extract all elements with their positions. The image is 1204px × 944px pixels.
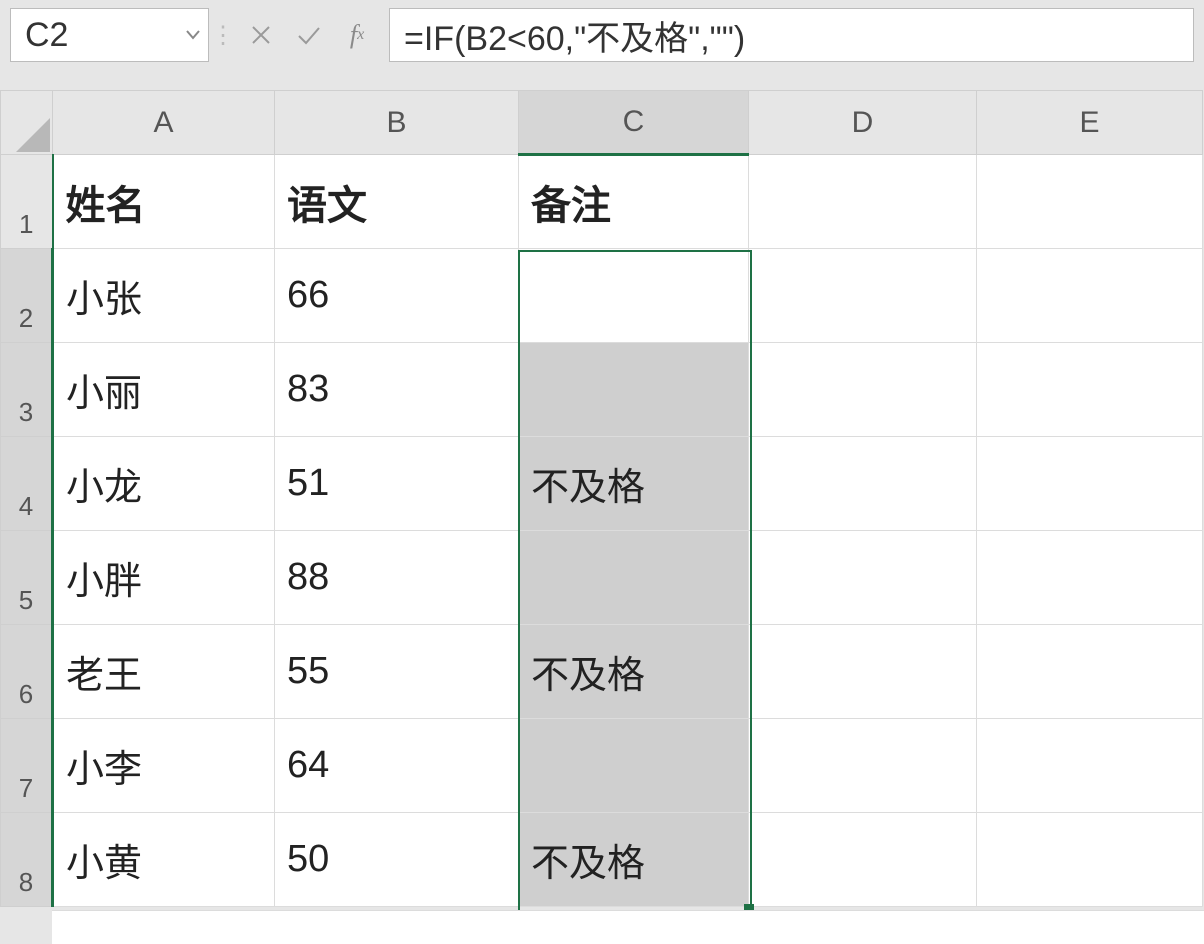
formula-text: =IF(B2<60,"不及格","") — [404, 11, 745, 60]
row-header-3[interactable]: 3 — [1, 343, 53, 437]
cell-A5[interactable]: 小胖 — [53, 531, 275, 625]
table-row: 4 小龙 51 不及格 — [1, 437, 1203, 531]
enter-icon[interactable] — [285, 9, 333, 61]
cell-B1[interactable]: 语文 — [275, 155, 519, 249]
row-header-6[interactable]: 6 — [1, 625, 53, 719]
cell-D3[interactable] — [749, 343, 977, 437]
row-header-8[interactable]: 8 — [1, 813, 53, 907]
cell-D8[interactable] — [749, 813, 977, 907]
cell-A6[interactable]: 老王 — [53, 625, 275, 719]
cell-C6[interactable]: 不及格 — [519, 625, 749, 719]
table-row: 5 小胖 88 — [1, 531, 1203, 625]
cell-A7[interactable]: 小李 — [53, 719, 275, 813]
col-header-B[interactable]: B — [275, 91, 519, 155]
row-header-1[interactable]: 1 — [1, 155, 53, 249]
cell-B5[interactable]: 88 — [275, 531, 519, 625]
col-header-E[interactable]: E — [977, 91, 1203, 155]
cell-E5[interactable] — [977, 531, 1203, 625]
cell-D7[interactable] — [749, 719, 977, 813]
table-row: 8 小黄 50 不及格 — [1, 813, 1203, 907]
cell-E6[interactable] — [977, 625, 1203, 719]
cell-C2[interactable] — [519, 249, 749, 343]
table-row: 7 小李 64 — [1, 719, 1203, 813]
cell-E8[interactable] — [977, 813, 1203, 907]
cell-A4[interactable]: 小龙 — [53, 437, 275, 531]
name-box-value: C2 — [25, 16, 68, 55]
separator: ⋮ — [217, 9, 229, 61]
cell-B2[interactable]: 66 — [275, 249, 519, 343]
table-row: 1 姓名 语文 备注 — [1, 155, 1203, 249]
cell-D4[interactable] — [749, 437, 977, 531]
cell-E2[interactable] — [977, 249, 1203, 343]
grid-table: A B C D E 1 姓名 语文 备注 2 小张 66 3 小丽 — [0, 90, 1203, 907]
table-row: 3 小丽 83 — [1, 343, 1203, 437]
col-header-D[interactable]: D — [749, 91, 977, 155]
blank-cells[interactable] — [52, 910, 1204, 944]
col-header-C[interactable]: C — [519, 91, 749, 155]
cell-B3[interactable]: 83 — [275, 343, 519, 437]
cell-A8[interactable]: 小黄 — [53, 813, 275, 907]
cell-E3[interactable] — [977, 343, 1203, 437]
fx-icon[interactable]: fx — [333, 9, 381, 61]
cell-B8[interactable]: 50 — [275, 813, 519, 907]
cell-E7[interactable] — [977, 719, 1203, 813]
cell-A3[interactable]: 小丽 — [53, 343, 275, 437]
column-header-row: A B C D E — [1, 91, 1203, 155]
name-box[interactable]: C2 — [10, 8, 209, 62]
cell-D6[interactable] — [749, 625, 977, 719]
cell-C7[interactable] — [519, 719, 749, 813]
cell-E4[interactable] — [977, 437, 1203, 531]
cell-A1[interactable]: 姓名 — [53, 155, 275, 249]
row-header-7[interactable]: 7 — [1, 719, 53, 813]
cell-C4[interactable]: 不及格 — [519, 437, 749, 531]
row-header-2[interactable]: 2 — [1, 249, 53, 343]
cell-B7[interactable]: 64 — [275, 719, 519, 813]
row-header-5[interactable]: 5 — [1, 531, 53, 625]
cell-C5[interactable] — [519, 531, 749, 625]
select-all-corner[interactable] — [1, 91, 53, 155]
cell-C1[interactable]: 备注 — [519, 155, 749, 249]
spreadsheet-grid: A B C D E 1 姓名 语文 备注 2 小张 66 3 小丽 — [0, 90, 1204, 943]
table-row: 2 小张 66 — [1, 249, 1203, 343]
table-row: 6 老王 55 不及格 — [1, 625, 1203, 719]
cell-C8[interactable]: 不及格 — [519, 813, 749, 907]
cell-D2[interactable] — [749, 249, 977, 343]
cell-B6[interactable]: 55 — [275, 625, 519, 719]
cell-B4[interactable]: 51 — [275, 437, 519, 531]
formula-input[interactable]: =IF(B2<60,"不及格","") — [389, 8, 1194, 62]
formula-bar: C2 ⋮ fx =IF(B2<60,"不及格","") — [0, 0, 1204, 70]
cell-C3[interactable] — [519, 343, 749, 437]
cancel-icon[interactable] — [237, 9, 285, 61]
cell-D1[interactable] — [749, 155, 977, 249]
cell-A2[interactable]: 小张 — [53, 249, 275, 343]
cell-D5[interactable] — [749, 531, 977, 625]
row-header-4[interactable]: 4 — [1, 437, 53, 531]
col-header-A[interactable]: A — [53, 91, 275, 155]
chevron-down-icon[interactable] — [186, 30, 200, 40]
cell-E1[interactable] — [977, 155, 1203, 249]
